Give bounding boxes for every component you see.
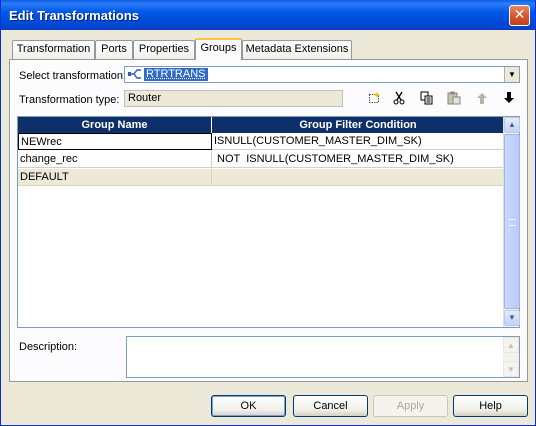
move-up-icon xyxy=(473,91,491,109)
close-button[interactable]: ✕ xyxy=(509,5,530,26)
tab-metadata-extensions[interactable]: Metadata Extensions xyxy=(242,40,352,59)
apply-button: Apply xyxy=(373,395,448,417)
cancel-button[interactable]: Cancel xyxy=(293,395,368,417)
column-header-group-name[interactable]: Group Name xyxy=(18,117,212,133)
scroll-down-icon: ▼ xyxy=(503,361,519,377)
group-name-cell[interactable]: change_rec xyxy=(18,151,212,168)
transformation-type-field: Router xyxy=(124,90,343,107)
table-row[interactable]: change_rec NOT ISNULL(CUSTOMER_MASTER_DI… xyxy=(18,151,504,168)
close-icon: ✕ xyxy=(513,7,526,23)
scroll-up-icon[interactable]: ▲ xyxy=(504,117,520,133)
group-filter-cell[interactable] xyxy=(212,169,504,186)
description-field[interactable]: ▲ ▼ xyxy=(126,336,520,378)
scroll-up-icon: ▲ xyxy=(503,337,519,353)
new-group-icon[interactable] xyxy=(365,91,383,109)
window-title: Edit Transformations xyxy=(9,8,140,23)
table-row[interactable]: DEFAULT xyxy=(18,169,504,186)
cut-icon[interactable] xyxy=(390,91,408,109)
groups-grid[interactable]: Group Name Group Filter Condition NEWrec… xyxy=(17,116,520,328)
tab-ports[interactable]: Ports xyxy=(95,40,133,59)
group-name-cell[interactable]: DEFAULT xyxy=(18,169,212,186)
help-button[interactable]: Help xyxy=(453,395,528,417)
ok-button[interactable]: OK xyxy=(211,395,286,417)
tab-properties[interactable]: Properties xyxy=(133,40,195,59)
chevron-down-icon[interactable]: ▼ xyxy=(504,67,519,82)
tab-groups[interactable]: Groups xyxy=(195,38,242,60)
scroll-thumb[interactable] xyxy=(504,134,520,309)
paste-icon xyxy=(445,91,463,109)
move-down-icon[interactable] xyxy=(500,91,518,109)
select-transformation-label: Select transformation: xyxy=(19,70,126,82)
edit-transformations-dialog: Edit Transformations ✕ Transformation Po… xyxy=(0,0,536,426)
router-icon xyxy=(128,68,142,81)
description-scrollbar: ▲ ▼ xyxy=(503,337,519,377)
grid-vertical-scrollbar[interactable]: ▲ ▼ xyxy=(503,117,520,327)
selected-transformation: RTRTRANS xyxy=(144,68,208,81)
copy-icon[interactable] xyxy=(418,91,436,109)
tab-transformation[interactable]: Transformation xyxy=(12,40,95,59)
grid-header: Group Name Group Filter Condition xyxy=(18,117,504,133)
scroll-down-icon[interactable]: ▼ xyxy=(504,310,520,326)
select-transformation-dropdown[interactable]: RTRTRANS ▼ xyxy=(124,66,520,83)
group-name-cell[interactable]: NEWrec xyxy=(18,133,212,150)
column-header-group-filter-condition[interactable]: Group Filter Condition xyxy=(212,117,504,133)
group-filter-cell[interactable]: ISNULL(CUSTOMER_MASTER_DIM_SK) xyxy=(212,133,504,150)
title-bar[interactable]: Edit Transformations ✕ xyxy=(1,0,535,30)
transformation-type-label: Transformation type: xyxy=(19,94,120,106)
table-row[interactable]: NEWrec ISNULL(CUSTOMER_MASTER_DIM_SK) xyxy=(18,133,504,150)
group-filter-cell[interactable]: NOT ISNULL(CUSTOMER_MASTER_DIM_SK) xyxy=(212,151,504,168)
description-label: Description: xyxy=(19,341,78,353)
